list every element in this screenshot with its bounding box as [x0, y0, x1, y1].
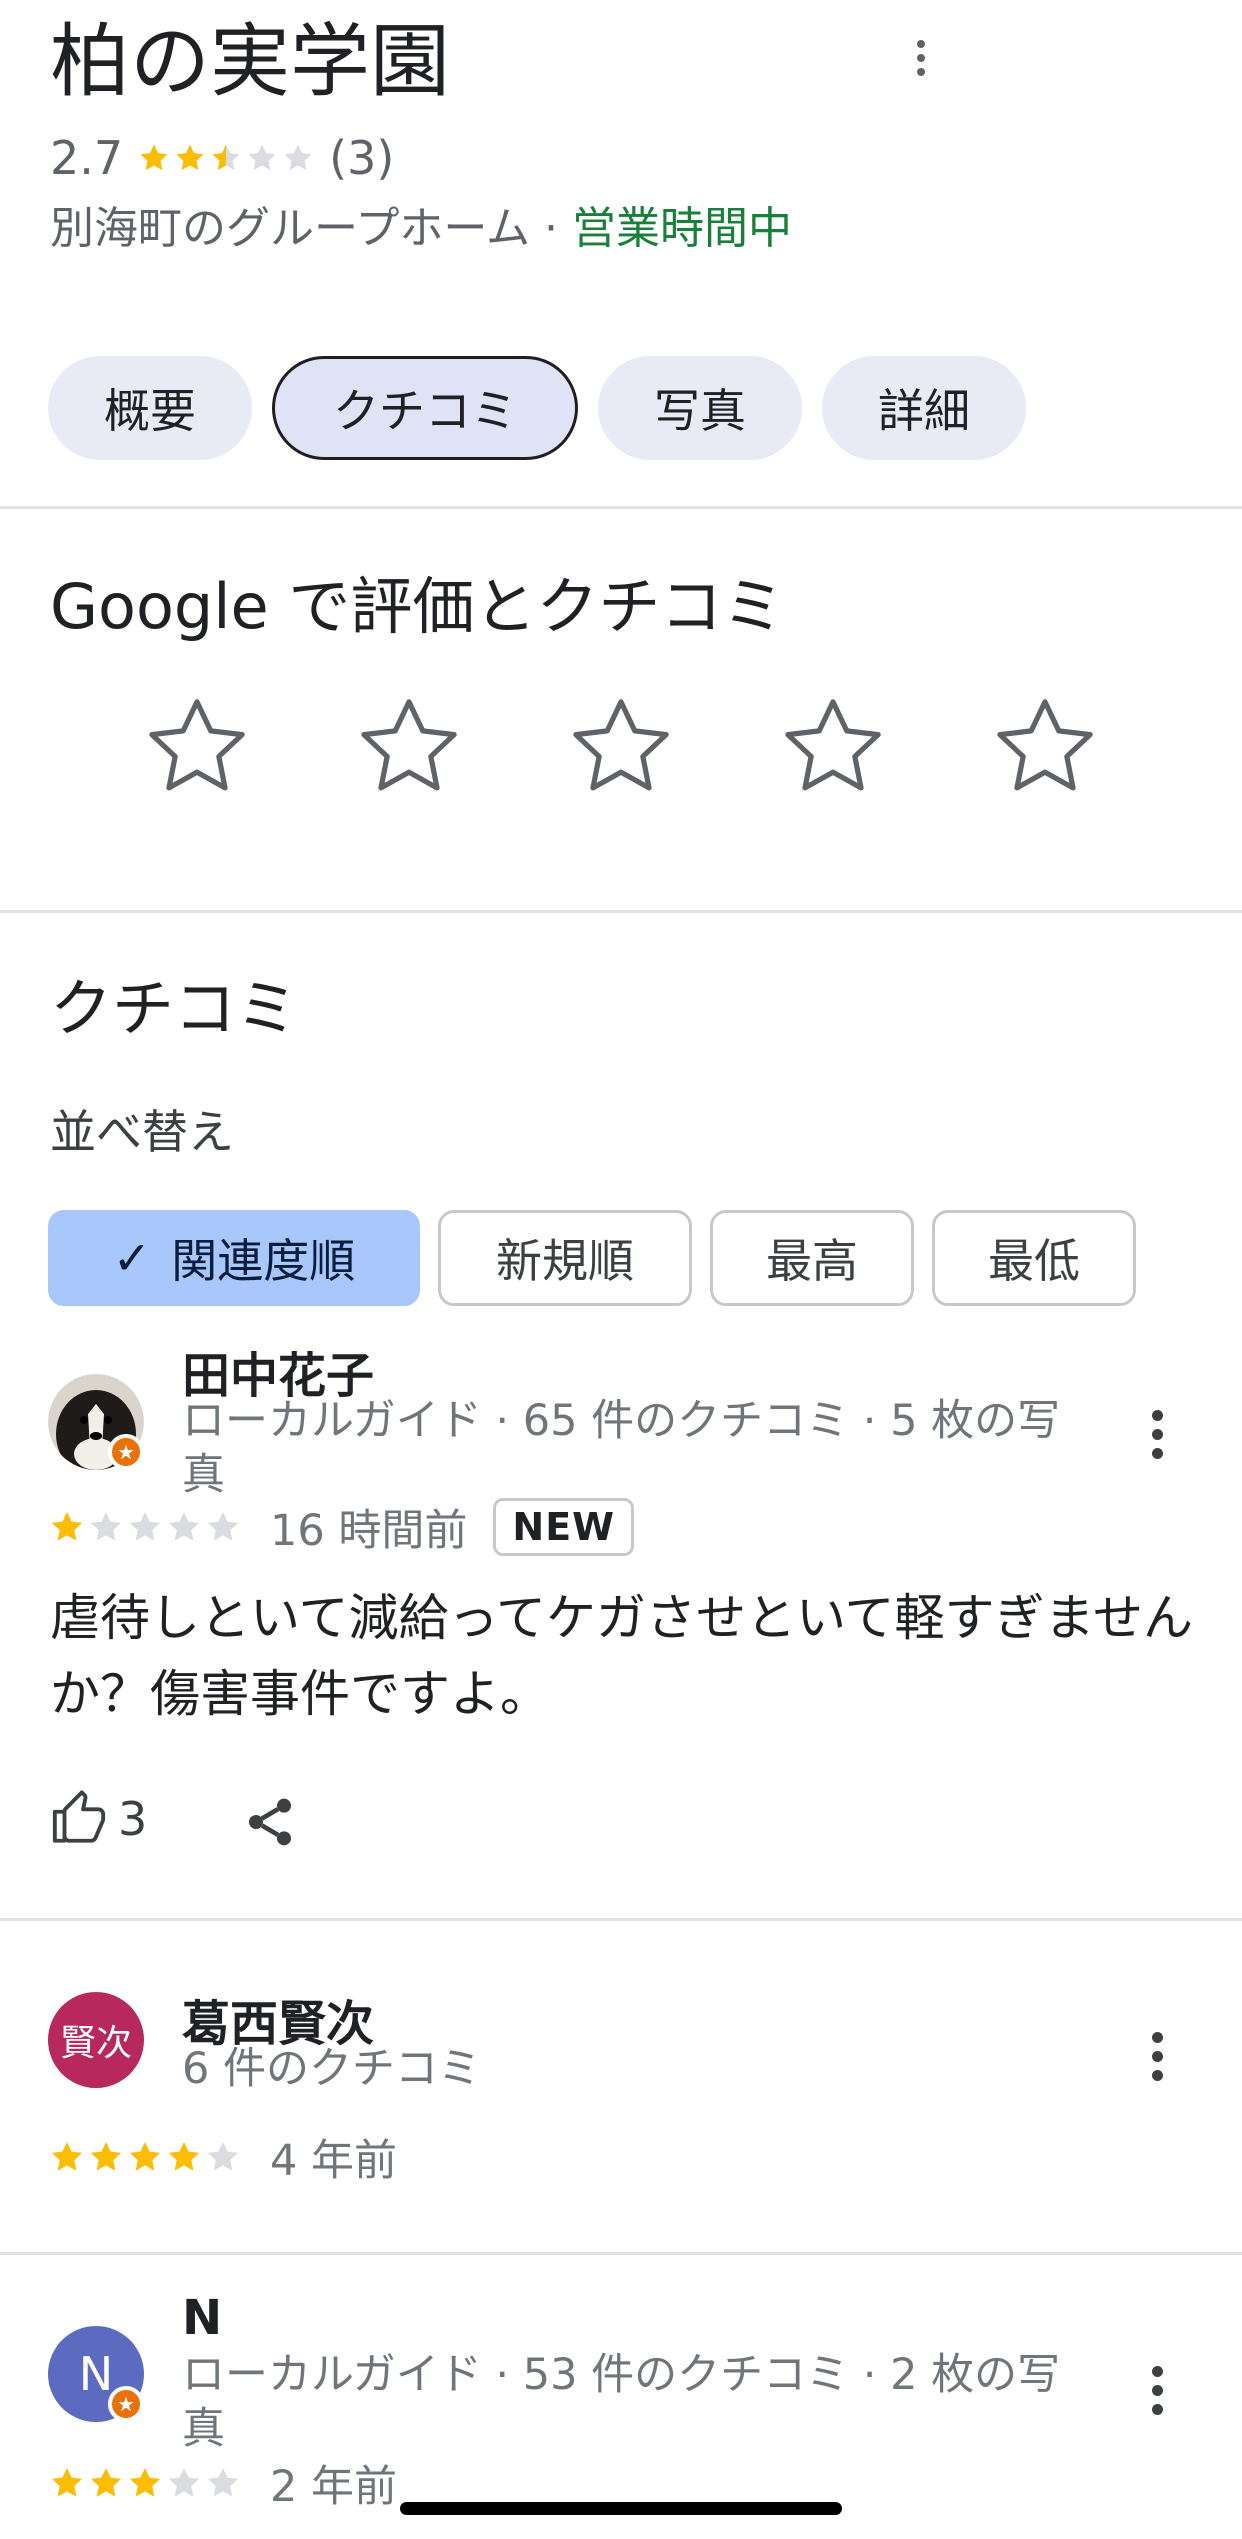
star-filled-icon — [51, 2141, 83, 2171]
place-category: 別海町のグループホーム · — [50, 203, 572, 254]
sort-newest-chip[interactable]: 新規順 — [438, 1210, 692, 1306]
review-time: 16 時間前 — [270, 1506, 468, 1556]
tab-overview[interactable]: 概要 — [48, 356, 252, 460]
review-more-icon[interactable] — [1150, 2366, 1164, 2415]
star-filled-icon — [51, 1511, 83, 1541]
local-guide-badge-icon: ★ — [108, 2386, 144, 2422]
rating-stars — [137, 141, 315, 175]
star-empty-icon — [284, 144, 312, 171]
reviewer-meta: ローカルガイド · 53 件のクチコミ · 2 枚の写真 — [182, 2350, 1061, 2454]
sort-lowest-chip[interactable]: 最低 — [932, 1210, 1136, 1306]
rate-star-3-icon[interactable] — [564, 690, 678, 804]
tab-details[interactable]: 詳細 — [822, 356, 1026, 460]
reviewer-meta: 6 件のクチコミ — [182, 2044, 482, 2094]
star-empty-icon — [207, 2141, 239, 2171]
star-empty-icon — [129, 1511, 161, 1541]
review-more-icon[interactable] — [1150, 1410, 1164, 1459]
star-filled-icon — [176, 144, 204, 171]
divider — [0, 1918, 1242, 1921]
tab-reviews[interactable]: クチコミ — [272, 356, 578, 460]
reviewer-name[interactable]: N — [182, 2290, 222, 2346]
rate-star-5-icon[interactable] — [988, 690, 1102, 804]
sort-options: ✓ 関連度順 新規順 最高 最低 — [48, 1210, 1136, 1306]
reviews-heading: クチコミ — [50, 972, 299, 1045]
reviewer-meta: ローカルガイド · 65 件のクチコミ · 5 枚の写真 — [182, 1396, 1061, 1500]
rate-star-4-icon[interactable] — [776, 690, 890, 804]
rate-star-1-icon[interactable] — [140, 690, 254, 804]
sort-relevance-label: 関連度順 — [171, 1234, 356, 1288]
divider — [0, 2252, 1242, 2255]
divider — [0, 910, 1242, 913]
rating-input — [140, 690, 1102, 804]
more-options-icon[interactable] — [914, 40, 928, 76]
like-button[interactable]: 3 — [50, 1790, 147, 1848]
star-empty-icon — [90, 1511, 122, 1541]
star-empty-icon — [248, 144, 276, 171]
star-filled-icon — [168, 2141, 200, 2171]
rate-star-2-icon[interactable] — [352, 690, 466, 804]
divider — [0, 506, 1242, 509]
star-filled-icon — [90, 2141, 122, 2171]
local-guide-badge-icon: ★ — [108, 1434, 144, 1470]
review-rating-row: 4 年前 — [48, 2126, 397, 2188]
like-count: 3 — [118, 1792, 148, 1846]
sort-highest-chip[interactable]: 最高 — [710, 1210, 914, 1306]
review-rating-row: 2 年前 — [48, 2452, 397, 2514]
star-filled-icon — [129, 2141, 161, 2171]
reviewer-avatar[interactable]: 賢次 — [48, 1992, 144, 2088]
star-empty-icon — [168, 1511, 200, 1541]
star-filled-icon — [140, 144, 168, 171]
star-empty-icon — [168, 2467, 200, 2497]
rating-value: 2.7 — [50, 131, 124, 185]
place-subtitle: 別海町のグループホーム · 営業時間中 — [50, 198, 870, 260]
open-status: 営業時間中 — [572, 203, 792, 254]
review-text: 虐待しといて減給ってケガさせといて軽すぎませんか？傷害事件ですよ。 — [50, 1589, 1193, 1723]
review-stars — [48, 2464, 242, 2502]
star-filled-icon — [90, 2467, 122, 2497]
rating-summary[interactable]: 2.7 (3) — [50, 128, 394, 188]
place-title: 柏の実学園 — [50, 15, 450, 108]
review-stars — [48, 2138, 242, 2176]
new-badge: NEW — [493, 1498, 635, 1556]
rate-heading: Google で評価とクチコミ — [50, 570, 785, 643]
review-count: (3) — [329, 131, 395, 185]
reviewer-avatar[interactable]: ★ — [48, 1374, 144, 1470]
reviewer-avatar[interactable]: N ★ — [48, 2326, 144, 2422]
sort-relevance-chip[interactable]: ✓ 関連度順 — [48, 1210, 420, 1306]
star-filled-icon — [129, 2467, 161, 2497]
review-more-icon[interactable] — [1150, 2032, 1164, 2081]
star-empty-icon — [207, 2467, 239, 2497]
review-stars — [48, 1508, 242, 1546]
share-icon[interactable] — [242, 1794, 298, 1850]
review-time: 4 年前 — [270, 2136, 398, 2186]
check-icon: ✓ — [112, 1231, 152, 1285]
star-filled-icon — [212, 144, 240, 171]
tab-bar: 概要 クチコミ 写真 詳細 — [48, 356, 1026, 460]
review-time: 2 年前 — [270, 2462, 398, 2512]
tab-photos[interactable]: 写真 — [598, 356, 802, 460]
star-filled-icon — [51, 2467, 83, 2497]
review-rating-row: 16 時間前 NEW — [48, 1496, 635, 1558]
thumbs-up-icon — [52, 1790, 106, 1843]
sort-label: 並べ替え — [50, 1105, 234, 1159]
home-indicator[interactable] — [400, 2502, 842, 2515]
star-empty-icon — [207, 1511, 239, 1541]
